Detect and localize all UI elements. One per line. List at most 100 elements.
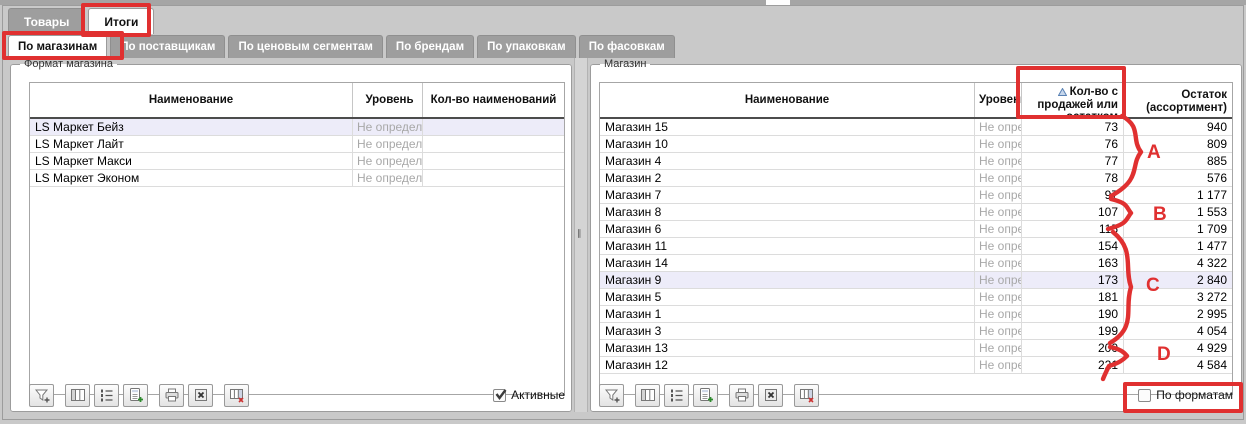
table-row[interactable]: Магазин 3 Не опре 199 4 054 bbox=[600, 323, 1232, 340]
columns-button[interactable] bbox=[65, 384, 90, 407]
cell-stock: 576 bbox=[1124, 170, 1232, 186]
splitter-grip-icon: ∥ bbox=[577, 228, 582, 239]
col-header-level[interactable]: Уровень bbox=[353, 83, 423, 117]
cell-level: Не опре bbox=[975, 306, 1022, 322]
table-row[interactable]: LS Маркет Лайт Не определе bbox=[30, 136, 564, 153]
table-header-row: Наименование Уровень Кол-во с продажей и… bbox=[600, 83, 1232, 119]
col-header-level[interactable]: Уровень bbox=[975, 83, 1022, 117]
table-row[interactable]: Магазин 4 Не опре 77 885 bbox=[600, 153, 1232, 170]
cell-name: LS Маркет Макси bbox=[30, 153, 353, 169]
col-header-name[interactable]: Наименование bbox=[30, 83, 353, 117]
columns-button[interactable] bbox=[635, 384, 660, 407]
cell-qty: 77 bbox=[1022, 153, 1124, 169]
remove-column-button[interactable] bbox=[224, 384, 249, 407]
subtab-item[interactable]: По поставщикам bbox=[110, 35, 225, 58]
numbered-list-button[interactable] bbox=[94, 384, 119, 407]
cell-name: LS Маркет Эконом bbox=[30, 170, 353, 186]
main-tab-bar: ТоварыИтоги bbox=[8, 8, 154, 34]
cell-name: Магазин 5 bbox=[600, 289, 975, 305]
table-row[interactable]: Магазин 14 Не опре 163 4 322 bbox=[600, 255, 1232, 272]
table-row[interactable]: LS Маркет Эконом Не определе bbox=[30, 170, 564, 187]
subtab-item[interactable]: По фасовкам bbox=[579, 35, 675, 58]
print-button[interactable] bbox=[159, 384, 184, 407]
table-row[interactable]: Магазин 9 Не опре 173 2 840 bbox=[600, 272, 1232, 289]
print-button[interactable] bbox=[729, 384, 754, 407]
table-row[interactable]: Магазин 10 Не опре 76 809 bbox=[600, 136, 1232, 153]
cell-name: Магазин 14 bbox=[600, 255, 975, 271]
right-panel-legend: Магазин bbox=[600, 58, 650, 70]
cell-qty: 221 bbox=[1022, 357, 1124, 373]
table-row[interactable]: Магазин 15 Не опре 73 940 bbox=[600, 119, 1232, 136]
excel-export-button[interactable] bbox=[758, 384, 783, 407]
columns-icon bbox=[640, 387, 656, 403]
cell-name: Магазин 6 bbox=[600, 221, 975, 237]
calculator-add-button[interactable] bbox=[123, 384, 148, 407]
tab-item[interactable]: Товары bbox=[8, 8, 85, 34]
table-row[interactable]: Магазин 6 Не опре 115 1 709 bbox=[600, 221, 1232, 238]
cell-level: Не опре bbox=[975, 255, 1022, 271]
cell-name: Магазин 2 bbox=[600, 170, 975, 186]
cell-level: Не опре bbox=[975, 238, 1022, 254]
filter-add-button[interactable] bbox=[599, 384, 624, 407]
calculator-add-button[interactable] bbox=[693, 384, 718, 407]
table-row[interactable]: Магазин 13 Не опре 200 4 929 bbox=[600, 340, 1232, 357]
cell-name: Магазин 13 bbox=[600, 340, 975, 356]
cell-stock: 885 bbox=[1124, 153, 1232, 169]
table-row[interactable]: Магазин 1 Не опре 190 2 995 bbox=[600, 306, 1232, 323]
col-header-stock[interactable]: Остаток (ассортимент) bbox=[1124, 83, 1232, 117]
table-row[interactable]: Магазин 2 Не опре 78 576 bbox=[600, 170, 1232, 187]
table-row[interactable]: Магазин 5 Не опре 181 3 272 bbox=[600, 289, 1232, 306]
excel-export-icon bbox=[763, 387, 779, 403]
table-body: LS Маркет Бейз Не определе LS Маркет Лай… bbox=[30, 119, 564, 187]
store-panel: Магазин Наименование Уровень Кол-во с пр… bbox=[590, 58, 1242, 412]
cell-name: Магазин 15 bbox=[600, 119, 975, 135]
cell-stock: 4 322 bbox=[1124, 255, 1232, 271]
cell-level: Не опре bbox=[975, 170, 1022, 186]
calculator-add-icon bbox=[128, 387, 144, 403]
tab-item[interactable]: Итоги bbox=[88, 8, 154, 34]
col-header-name[interactable]: Наименование bbox=[600, 83, 975, 117]
col-header-qty-label: Кол-во с продажей или остатком bbox=[1037, 86, 1118, 117]
cell-name: LS Маркет Бейз bbox=[30, 119, 353, 135]
cell-qty: 190 bbox=[1022, 306, 1124, 322]
table-row[interactable]: LS Маркет Бейз Не определе bbox=[30, 119, 564, 136]
cell-level: Не опре bbox=[975, 119, 1022, 135]
cell-qty: 181 bbox=[1022, 289, 1124, 305]
cell-qty: 76 bbox=[1022, 136, 1124, 152]
table-row[interactable]: Магазин 12 Не опре 221 4 584 bbox=[600, 357, 1232, 374]
panel-splitter[interactable]: ∥ bbox=[574, 58, 588, 412]
excel-export-button[interactable] bbox=[188, 384, 213, 407]
cell-count bbox=[423, 119, 564, 135]
table-row[interactable]: Магазин 8 Не опре 107 1 553 bbox=[600, 204, 1232, 221]
cell-qty: 78 bbox=[1022, 170, 1124, 186]
store-format-table: Наименование Уровень Кол-во наименований… bbox=[29, 82, 565, 395]
by-formats-checkbox[interactable] bbox=[1138, 389, 1151, 402]
sort-asc-icon bbox=[1058, 88, 1067, 96]
table-row[interactable]: Магазин 7 Не опре 97 1 177 bbox=[600, 187, 1232, 204]
cell-stock: 2 840 bbox=[1124, 272, 1232, 288]
col-header-count[interactable]: Кол-во наименований bbox=[423, 83, 564, 117]
cell-level: Не опре bbox=[975, 221, 1022, 237]
cell-count bbox=[423, 170, 564, 186]
table-row[interactable]: Магазин 11 Не опре 154 1 477 bbox=[600, 238, 1232, 255]
cell-level: Не опре bbox=[975, 136, 1022, 152]
cell-stock: 4 054 bbox=[1124, 323, 1232, 339]
subtab-item[interactable]: По упаковкам bbox=[477, 35, 576, 58]
cell-level: Не опре bbox=[975, 204, 1022, 220]
subtab-item[interactable]: По ценовым сегментам bbox=[228, 35, 382, 58]
remove-column-button[interactable] bbox=[794, 384, 819, 407]
right-toolbar: По форматам bbox=[599, 382, 1233, 408]
cell-qty: 97 bbox=[1022, 187, 1124, 203]
active-checkbox[interactable] bbox=[493, 389, 506, 402]
cell-name: Магазин 10 bbox=[600, 136, 975, 152]
table-row[interactable]: LS Маркет Макси Не определе bbox=[30, 153, 564, 170]
check-icon bbox=[494, 387, 508, 401]
cell-name: Магазин 11 bbox=[600, 238, 975, 254]
remove-column-icon bbox=[229, 387, 245, 403]
numbered-list-button[interactable] bbox=[664, 384, 689, 407]
filter-add-button[interactable] bbox=[29, 384, 54, 407]
subtab-item[interactable]: По брендам bbox=[386, 35, 474, 58]
subtab-item[interactable]: По магазинам bbox=[8, 35, 107, 58]
col-header-qty-sorted[interactable]: Кол-во с продажей или остатком bbox=[1022, 83, 1124, 117]
numbered-list-icon bbox=[669, 387, 685, 403]
